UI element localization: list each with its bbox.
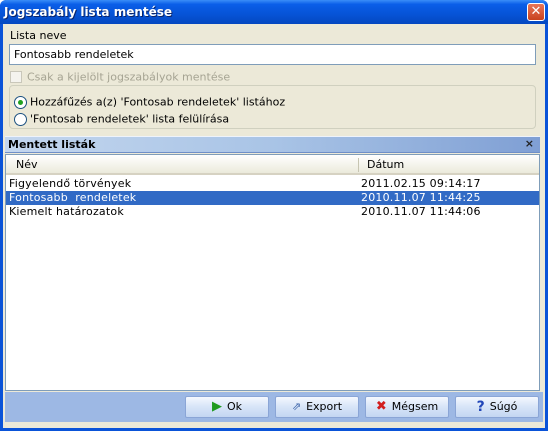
row-name: Fontosabb rendeletek [9,191,137,204]
export-icon: ⇗ [291,400,302,413]
row-date: 2011.02.15 09:14:17 [361,177,481,190]
export-button[interactable]: ⇗ Export [275,396,359,418]
play-arrow-icon: ▶ [211,399,222,414]
button-bar: ▶ Ok ⇗ Export ✖ Mégsem ? Súgó [5,392,543,422]
row-date: 2010.11.07 11:44:06 [361,205,481,218]
table-header: Név Dátum [6,155,539,175]
only-selected-label: Csak a kijelölt jogszabályok mentése [27,70,231,84]
close-icon: ✕ [530,4,542,19]
help-button[interactable]: ? Súgó [455,396,539,418]
save-options-area: Lista neve Csak a kijelölt jogszabályok … [4,24,544,134]
only-selected-checkbox[interactable] [10,71,22,83]
radio-overwrite[interactable]: 'Fontosab rendeletek' lista felülírása [14,112,229,126]
row-name: Figyelendő törvények [9,177,132,190]
only-selected-checkbox-row[interactable]: Csak a kijelölt jogszabályok mentése [10,70,230,84]
ok-button-label: Ok [226,400,243,413]
column-divider[interactable] [358,158,359,172]
row-date: 2010.11.07 11:44:25 [361,191,481,204]
red-x-icon: ✖ [375,399,387,414]
column-header-name[interactable]: Név [16,158,38,171]
list-name-label: Lista neve [10,29,67,42]
dialog-client-area: Lista neve Csak a kijelölt jogszabályok … [3,24,545,428]
question-icon: ? [476,399,485,415]
list-name-input[interactable] [9,44,536,65]
table-row[interactable]: Kiemelt határozatok 2010.11.07 11:44:06 [6,205,539,219]
export-button-label: Export [306,400,343,413]
cancel-button-label: Mégsem [391,400,439,413]
radio-append-circle[interactable] [14,95,27,109]
radio-overwrite-circle[interactable] [14,112,27,126]
table-row[interactable]: Figyelendő törvények 2011.02.15 09:14:17 [6,177,539,191]
window-title: Jogszabály lista mentése [4,5,173,19]
panel-close-icon[interactable]: × [525,137,534,150]
saved-lists-header: Mentett listák × [5,136,540,153]
cancel-button[interactable]: ✖ Mégsem [365,396,449,418]
window-close-button[interactable]: ✕ [527,3,545,21]
radio-append-label: Hozzáfűzés a(z) 'Fontosab rendeletek' li… [30,95,286,109]
saved-lists-table[interactable]: Név Dátum Figyelendő törvények 2011.02.1… [5,154,540,391]
saved-lists-title: Mentett listák [8,138,96,151]
column-header-date[interactable]: Dátum [367,158,404,171]
title-bar[interactable]: Jogszabály lista mentése ✕ [0,0,548,24]
row-name: Kiemelt határozatok [9,205,124,218]
help-button-label: Súgó [489,400,518,413]
table-row-selected[interactable]: Fontosabb rendeletek 2010.11.07 11:44:25 [6,191,539,205]
ok-button[interactable]: ▶ Ok [185,396,269,418]
radio-append[interactable]: Hozzáfűzés a(z) 'Fontosab rendeletek' li… [14,95,285,109]
dialog-window: Jogszabály lista mentése ✕ Lista neve Cs… [0,0,548,431]
save-mode-group: Hozzáfűzés a(z) 'Fontosab rendeletek' li… [9,85,536,129]
radio-overwrite-label: 'Fontosab rendeletek' lista felülírása [30,112,230,126]
